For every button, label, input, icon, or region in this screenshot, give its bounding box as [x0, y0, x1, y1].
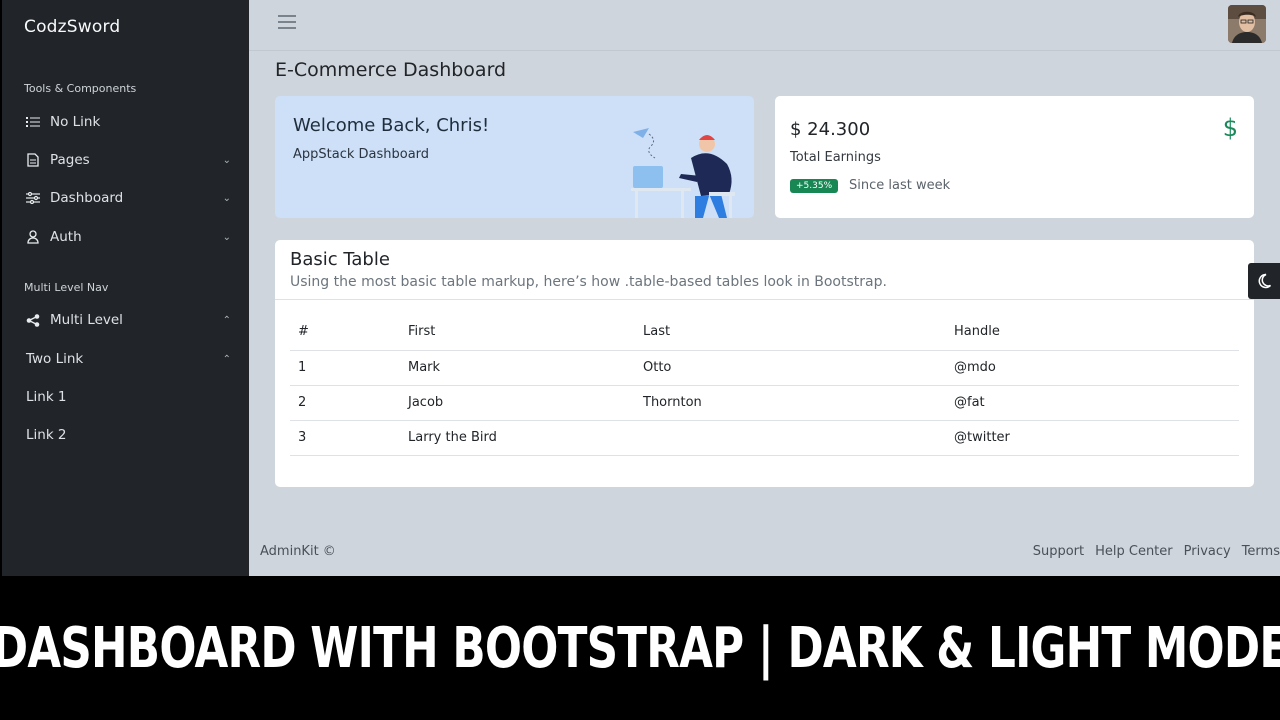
- welcome-subtitle: AppStack Dashboard: [293, 147, 430, 162]
- sidebar-section-title: Multi Level Nav: [24, 281, 109, 294]
- table-cell: Mark: [400, 350, 635, 386]
- table-cell: [635, 420, 946, 456]
- avatar[interactable]: [1228, 5, 1266, 43]
- table-header-row: # First Last Handle: [290, 314, 1239, 351]
- table-cell: @mdo: [946, 350, 1239, 386]
- table-cell: @fat: [946, 385, 1239, 421]
- file-icon: [24, 153, 42, 167]
- welcome-title: Welcome Back, Chris!: [293, 115, 490, 136]
- chevron-up-icon: ⌃: [222, 353, 231, 365]
- chevron-down-icon: ⌄: [222, 154, 231, 166]
- sidebar: CodzSword Tools & Components No Link Pag…: [2, 0, 249, 576]
- dark-mode-toggle[interactable]: [1248, 263, 1280, 299]
- table-cell: Larry the Bird: [400, 420, 635, 456]
- table-cell: 1: [290, 350, 400, 386]
- sidebar-item-link-2[interactable]: Link 2: [26, 427, 67, 443]
- table-description: Using the most basic table markup, here’…: [290, 274, 887, 290]
- sidebar-item-dashboard[interactable]: Dashboard ⌄: [24, 186, 231, 210]
- table-cell: @twitter: [946, 420, 1239, 456]
- footer-link-terms[interactable]: Terms: [1242, 544, 1280, 559]
- table-row: 2 Jacob Thornton @fat: [290, 385, 1239, 421]
- sidebar-item-label: Dashboard: [50, 190, 124, 206]
- earnings-amount: $ 24.300: [790, 119, 871, 140]
- sidebar-item-link-1[interactable]: Link 1: [26, 389, 67, 405]
- sidebar-item-two-link[interactable]: Two Link ⌃: [26, 347, 231, 371]
- list-icon: [24, 116, 42, 128]
- sidebar-section-title: Tools & Components: [24, 82, 137, 95]
- top-navbar: [249, 0, 1280, 51]
- table-title: Basic Table: [290, 249, 390, 270]
- main-content: E-Commerce Dashboard Welcome Back, Chris…: [249, 0, 1280, 576]
- sidebar-item-label: Auth: [50, 229, 82, 245]
- sidebar-item-label: No Link: [50, 114, 101, 130]
- page-title: E-Commerce Dashboard: [275, 59, 507, 81]
- table-cell: Otto: [635, 350, 946, 386]
- footer-copyright: AdminKit ©: [260, 544, 336, 559]
- sidebar-item-auth[interactable]: Auth ⌄: [24, 225, 231, 249]
- table-cell: Jacob: [400, 385, 635, 421]
- chevron-down-icon: ⌄: [222, 231, 231, 243]
- illustration-person-laptop-icon: [631, 128, 735, 218]
- footer-link-support[interactable]: Support: [1033, 544, 1084, 559]
- footer-links: Support Help Center Privacy Terms: [1033, 544, 1280, 559]
- earnings-since: Since last week: [849, 178, 951, 193]
- share-icon: [24, 313, 42, 327]
- earnings-card: $ 24.300 Total Earnings +5.35% Since las…: [775, 96, 1254, 218]
- sliders-icon: [24, 192, 42, 204]
- user-icon: [24, 230, 42, 244]
- dollar-icon: $: [1222, 114, 1238, 142]
- sidebar-item-multi-level[interactable]: Multi Level ⌃: [24, 308, 231, 332]
- title-banner: DASHBOARD WITH BOOTSTRAP | DARK & LIGHT …: [0, 576, 1280, 720]
- sidebar-item-label: Pages: [50, 152, 90, 168]
- table-row: 1 Mark Otto @mdo: [290, 350, 1239, 386]
- sidebar-item-no-link[interactable]: No Link: [24, 110, 231, 134]
- column-header: #: [290, 314, 400, 351]
- sidebar-item-pages[interactable]: Pages ⌄: [24, 148, 231, 172]
- data-table: # First Last Handle 1 Mark Otto @mdo 2 J…: [290, 314, 1239, 456]
- table-cell: 3: [290, 420, 400, 456]
- basic-table-card: Basic Table Using the most basic table m…: [275, 240, 1254, 487]
- status-badge: +5.35%: [790, 179, 839, 193]
- table-cell: 2: [290, 385, 400, 421]
- hamburger-menu-icon[interactable]: [278, 15, 296, 31]
- app-window: CodzSword Tools & Components No Link Pag…: [2, 0, 1280, 576]
- column-header: Last: [635, 314, 946, 351]
- chevron-down-icon: ⌄: [222, 192, 231, 204]
- sidebar-item-label: Multi Level: [50, 312, 123, 328]
- footer-link-privacy[interactable]: Privacy: [1184, 544, 1231, 559]
- brand-logo[interactable]: CodzSword: [24, 17, 120, 37]
- divider: [275, 299, 1254, 300]
- earnings-label: Total Earnings: [790, 150, 881, 165]
- table-row: 3 Larry the Bird @twitter: [290, 420, 1239, 456]
- column-header: Handle: [946, 314, 1239, 351]
- sidebar-item-label: Two Link: [26, 351, 84, 367]
- welcome-card: Welcome Back, Chris! AppStack Dashboard: [275, 96, 754, 218]
- footer-link-help-center[interactable]: Help Center: [1095, 544, 1173, 559]
- moon-icon: [1258, 273, 1272, 289]
- table-cell: Thornton: [635, 385, 946, 421]
- column-header: First: [400, 314, 635, 351]
- banner-title: DASHBOARD WITH BOOTSTRAP | DARK & LIGHT …: [0, 615, 1280, 681]
- chevron-up-icon: ⌃: [222, 314, 231, 326]
